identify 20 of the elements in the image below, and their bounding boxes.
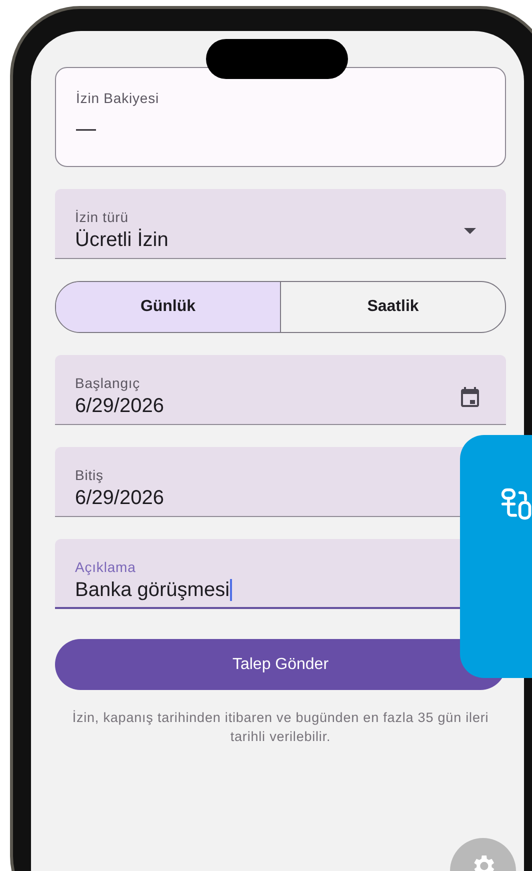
- dropdown-value: Ücretli İzin: [75, 229, 168, 252]
- date-field[interactable]: Başlangıç 6/29/2026: [55, 355, 506, 425]
- balance-label: İzin Bakiyesi: [76, 90, 160, 106]
- segment-tab[interactable]: Saatlik: [280, 282, 505, 332]
- info-note: İzin, kapanış tarihinden itibaren ve bugünden en fazla 35 gün ileri tarihli verilebilir.: [71, 709, 490, 746]
- field-label: Başlangıç: [75, 375, 142, 391]
- floating-side-menu[interactable]: [460, 435, 532, 678]
- field-value: 6/29/2026: [75, 487, 164, 510]
- field-label: Açıklama: [75, 558, 137, 574]
- field-label: Bitiş: [75, 467, 104, 483]
- connection-icon: [500, 487, 532, 521]
- calendar-icon: [458, 384, 482, 408]
- balance-value: —: [76, 118, 97, 141]
- caret-icon: [464, 228, 476, 234]
- dropdown-label: İzin türü: [75, 209, 130, 225]
- text-cursor: [230, 579, 232, 602]
- leave-type-dropdown[interactable]: İzin türü Ücretli İzin: [55, 189, 506, 259]
- segment-tab[interactable]: Günlük: [56, 282, 280, 332]
- field-value: Banka görüşmesi: [75, 578, 232, 602]
- field-value: 6/29/2026: [75, 395, 164, 418]
